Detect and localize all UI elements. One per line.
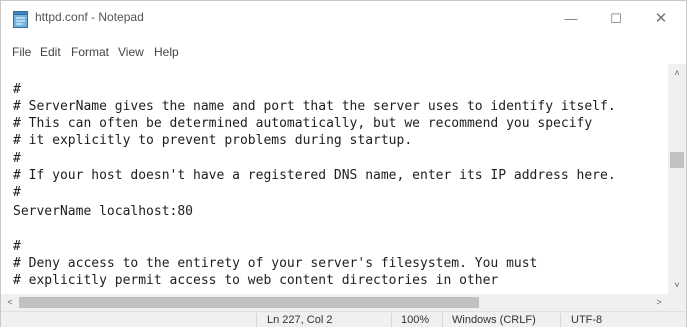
window-title: httpd.conf - Notepad: [35, 10, 144, 24]
scroll-right-icon[interactable]: >: [652, 294, 666, 311]
notepad-window: httpd.conf - Notepad — ☐ ✕ File Edit For…: [0, 0, 687, 327]
status-bar: Ln 227, Col 2 100% Windows (CRLF) UTF-8: [1, 311, 686, 327]
text-line: ServerName localhost:80: [13, 204, 194, 219]
text-line: #: [13, 151, 21, 166]
cursor-position: Ln 227, Col 2: [267, 314, 333, 326]
vertical-scrollbar[interactable]: ˄ ˅: [668, 64, 686, 294]
close-button[interactable]: ✕: [646, 9, 676, 29]
status-divider: [442, 313, 443, 327]
menu-help[interactable]: Help: [154, 45, 179, 59]
scroll-up-icon[interactable]: ˄: [668, 66, 686, 80]
vertical-scroll-thumb[interactable]: [670, 152, 684, 168]
minimize-button[interactable]: —: [556, 9, 586, 29]
scroll-left-icon[interactable]: <: [3, 294, 17, 311]
text-line: # If your host doesn't have a registered…: [13, 168, 616, 183]
title-bar[interactable]: httpd.conf - Notepad — ☐ ✕: [1, 1, 686, 37]
line-ending: Windows (CRLF): [452, 314, 536, 326]
menu-format[interactable]: Format: [71, 45, 109, 59]
text-line: # Deny access to the entirety of your se…: [13, 256, 538, 271]
menu-view[interactable]: View: [118, 45, 144, 59]
scroll-down-icon[interactable]: ˅: [668, 278, 686, 292]
text-line: #: [13, 185, 21, 200]
notepad-icon: [13, 11, 28, 28]
maximize-button[interactable]: ☐: [601, 9, 631, 29]
menu-file[interactable]: File: [12, 45, 31, 59]
zoom-level: 100%: [401, 314, 430, 326]
status-divider: [256, 313, 257, 327]
horizontal-scroll-thumb[interactable]: [19, 297, 479, 308]
text-line: # explicitly permit access to web conten…: [13, 273, 499, 288]
text-line: #: [13, 82, 21, 97]
text-line: #: [13, 239, 21, 254]
menu-bar: File Edit Format View Help: [1, 41, 686, 63]
text-line: # it explicitly to prevent problems duri…: [13, 133, 413, 148]
menu-edit[interactable]: Edit: [40, 45, 61, 59]
text-line: # ServerName gives the name and port tha…: [13, 99, 616, 114]
text-line: # This can often be determined automatic…: [13, 116, 593, 131]
horizontal-scrollbar[interactable]: < >: [1, 294, 668, 311]
status-divider: [560, 313, 561, 327]
scrollbar-corner: [668, 294, 686, 311]
status-divider: [391, 313, 392, 327]
text-editor[interactable]: # # ServerName gives the name and port t…: [1, 64, 668, 294]
encoding: UTF-8: [571, 314, 603, 326]
